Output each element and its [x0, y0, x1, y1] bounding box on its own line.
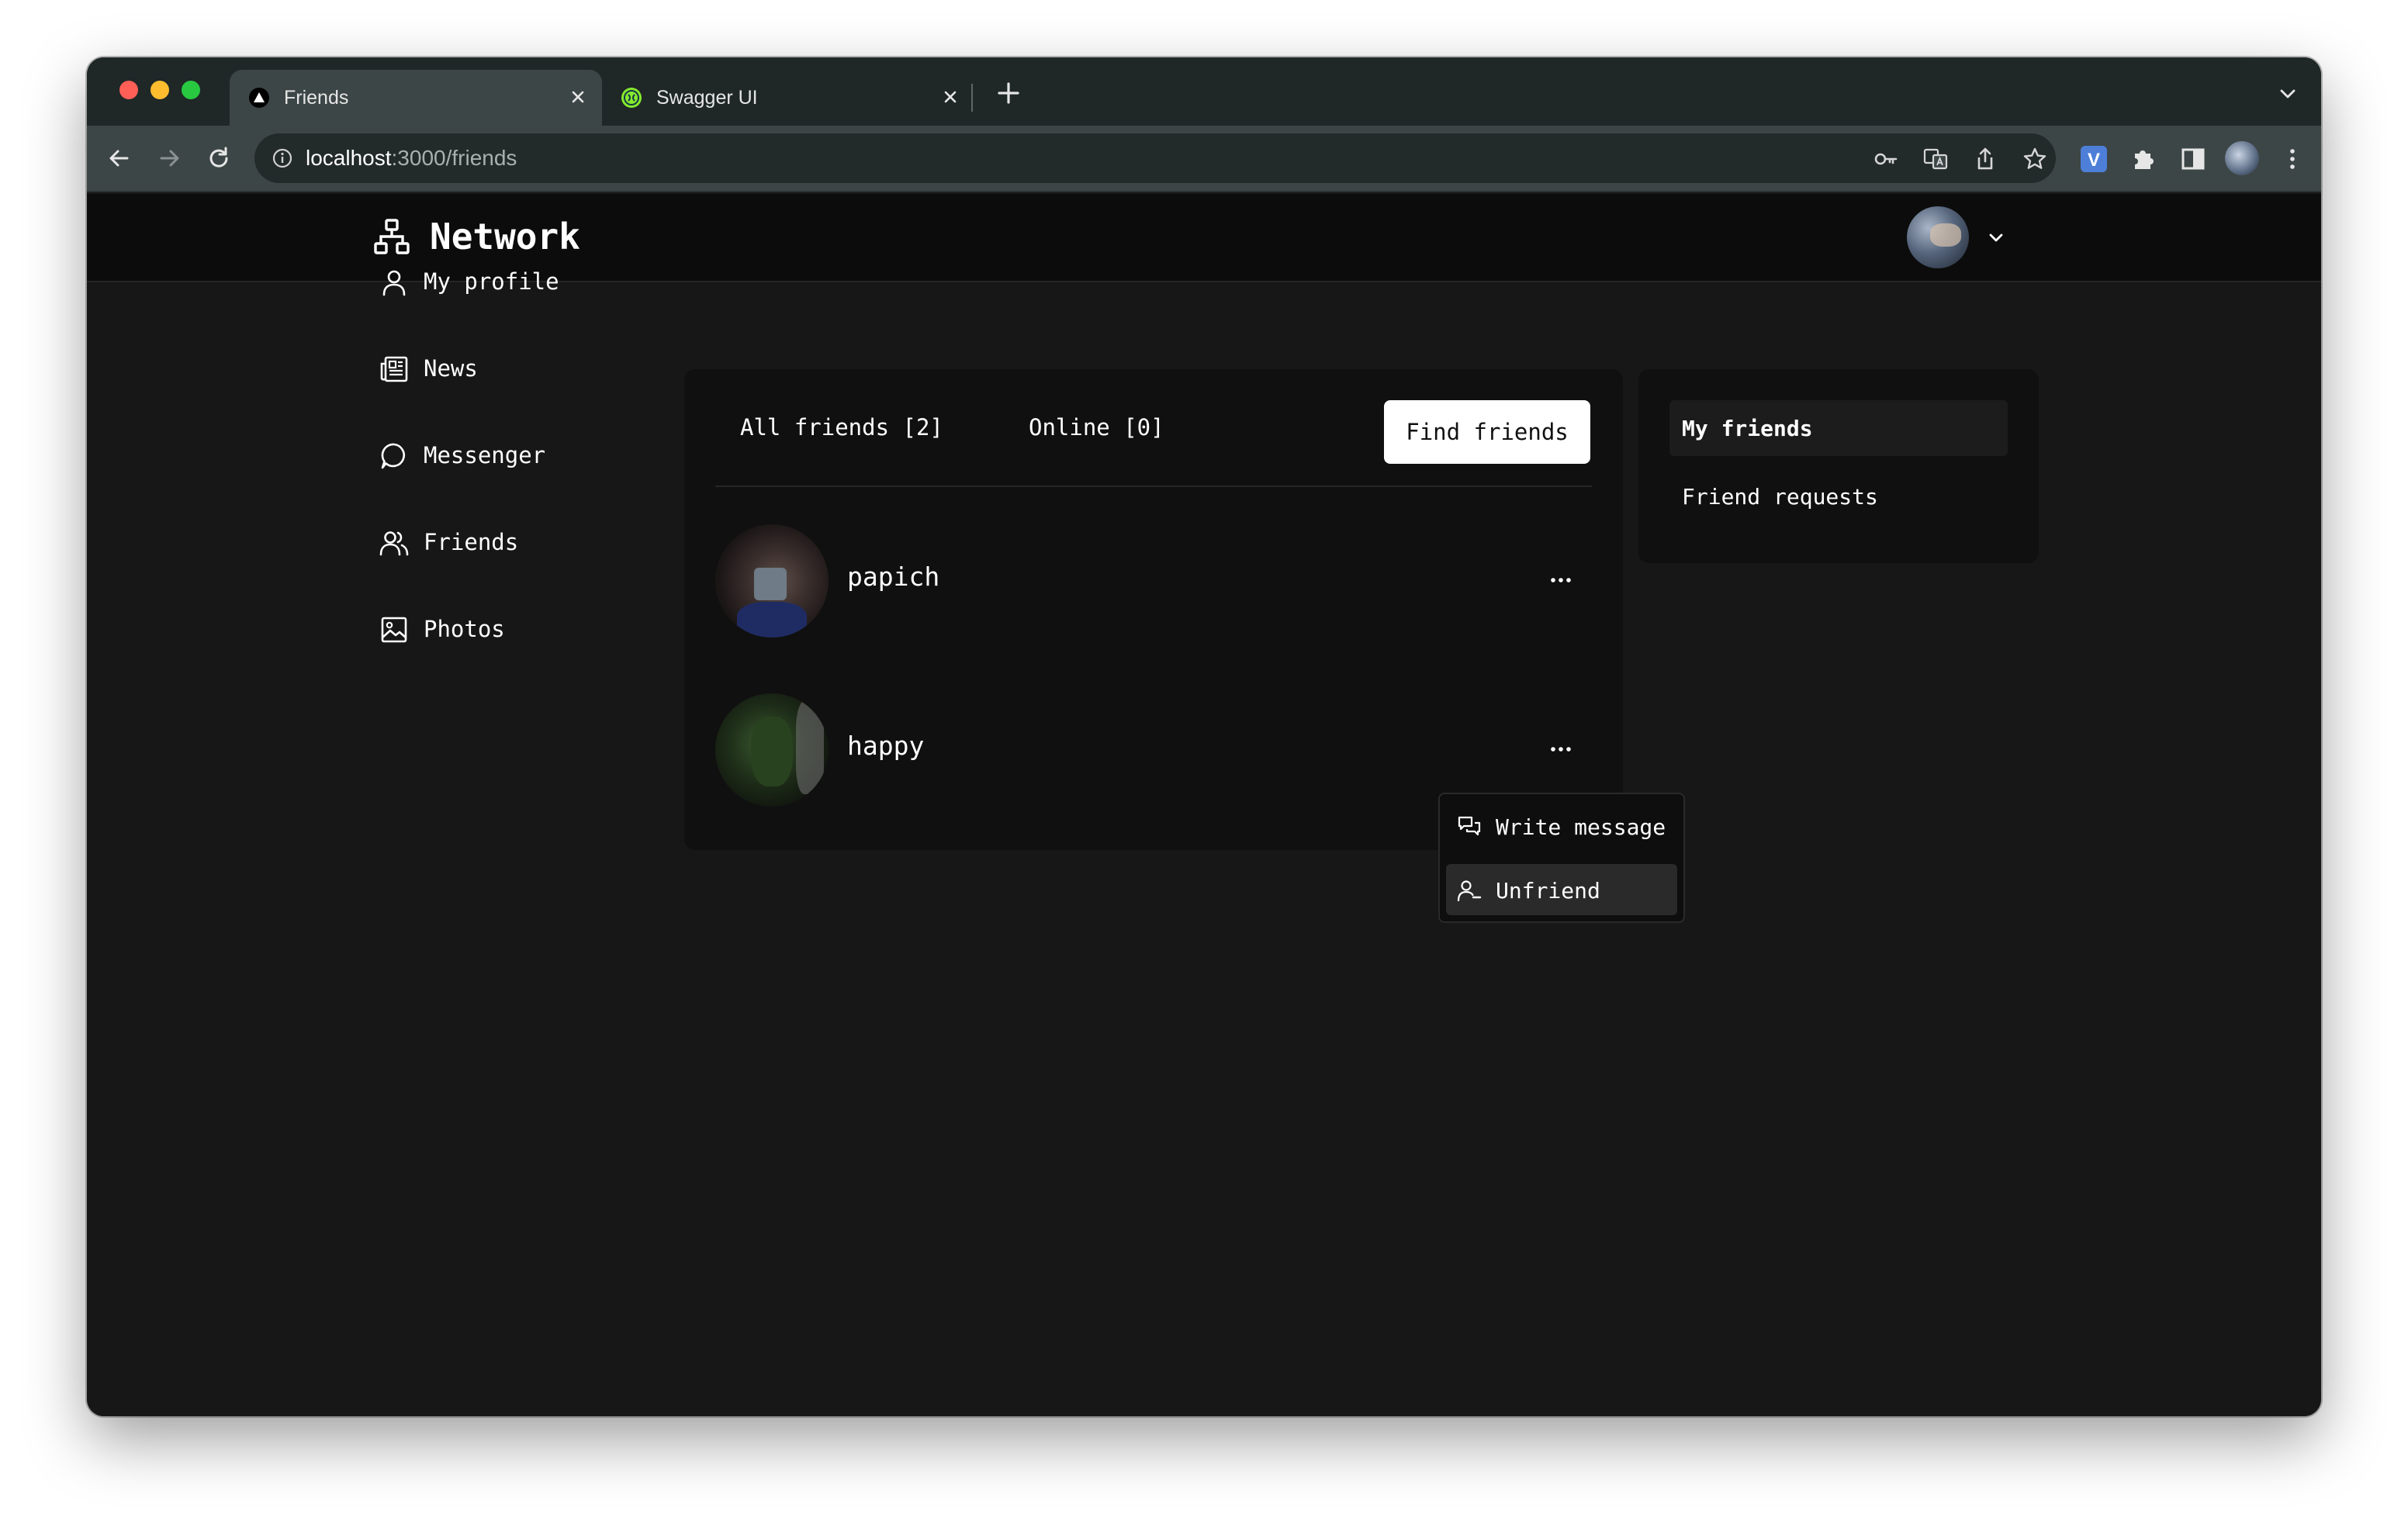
- close-tab-icon[interactable]: [937, 84, 964, 110]
- users-icon: [379, 527, 410, 558]
- find-friends-button[interactable]: Find friends: [1384, 400, 1590, 464]
- close-tab-icon[interactable]: [565, 84, 591, 110]
- friend-name[interactable]: papich: [847, 562, 939, 592]
- chat-bubbles-icon: [1457, 814, 1482, 839]
- browser-window: Friends Swagger UI localhost:3000/friend…: [87, 57, 2321, 1416]
- kebab-menu-icon[interactable]: [2278, 144, 2307, 174]
- avatar[interactable]: [715, 524, 829, 638]
- sidebar-item-messenger[interactable]: Messenger: [379, 431, 611, 478]
- avatar[interactable]: [1907, 206, 1969, 268]
- avatar[interactable]: [715, 693, 829, 807]
- browser-toolbar: localhost:3000/friends V: [87, 126, 2321, 192]
- divider: [715, 486, 1592, 487]
- minimize-window-button[interactable]: [150, 81, 169, 99]
- user-minus-icon: [1457, 878, 1482, 903]
- newspaper-icon: [379, 354, 410, 385]
- menu-item-unfriend[interactable]: Unfriend: [1446, 864, 1677, 915]
- info-icon[interactable]: [272, 147, 293, 169]
- address-bar[interactable]: localhost:3000/friends: [254, 133, 2056, 183]
- panel-item-friend-requests[interactable]: Friend requests: [1669, 468, 2008, 524]
- sidebar-item-label: Messenger: [424, 442, 546, 468]
- tab-title: Friends: [284, 87, 349, 109]
- sidebar-item-label: My profile: [424, 268, 559, 295]
- friend-options-menu: Write message Unfriend: [1438, 793, 1685, 923]
- sidebar-item-label: Photos: [424, 616, 505, 642]
- tab-separator: [971, 84, 973, 112]
- tab-title: Swagger UI: [656, 87, 758, 109]
- tab-online[interactable]: Online [0]: [1029, 414, 1164, 441]
- triangle-logo-icon: [248, 87, 270, 109]
- new-tab-icon[interactable]: [991, 76, 1026, 110]
- more-options-icon[interactable]: [1545, 734, 1576, 765]
- panel-item-my-friends[interactable]: My friends: [1669, 400, 2008, 456]
- side-panel-icon[interactable]: [2178, 144, 2208, 174]
- list-item[interactable]: papich: [715, 521, 1592, 638]
- share-icon[interactable]: [1972, 146, 1998, 172]
- image-icon: [379, 614, 410, 645]
- chat-bubble-icon: [379, 441, 410, 472]
- sidebar-item-label: Friends: [424, 529, 519, 555]
- key-icon[interactable]: [1873, 146, 1899, 172]
- url-text: localhost:3000/friends: [306, 146, 517, 170]
- tab-strip: Friends Swagger UI: [87, 57, 2321, 126]
- sidebar-item-my-profile[interactable]: My profile: [379, 257, 611, 304]
- menu-item-write-message[interactable]: Write message: [1446, 800, 1677, 852]
- sidebar-item-photos[interactable]: Photos: [379, 605, 611, 651]
- network-icon: [372, 217, 411, 256]
- chevron-down-icon[interactable]: [2275, 81, 2301, 107]
- menu-item-label: Write message: [1496, 814, 1666, 840]
- translate-icon[interactable]: [1922, 146, 1949, 172]
- sidebar-item-friends[interactable]: Friends: [379, 518, 611, 565]
- browser-profile-avatar[interactable]: [2225, 141, 2259, 175]
- friend-name[interactable]: happy: [847, 731, 924, 761]
- browser-tab-friends[interactable]: Friends: [230, 70, 602, 126]
- vue-devtools-extension-icon[interactable]: V: [2081, 146, 2107, 172]
- user-icon: [379, 267, 410, 298]
- reload-icon[interactable]: [203, 143, 234, 174]
- forward-arrow-icon[interactable]: [154, 143, 185, 174]
- chevron-down-icon[interactable]: [1984, 226, 2008, 250]
- maximize-window-button[interactable]: [182, 81, 200, 99]
- menu-item-label: Unfriend: [1496, 878, 1600, 904]
- sidebar-item-label: News: [424, 355, 478, 382]
- back-arrow-icon[interactable]: [104, 143, 135, 174]
- more-options-icon[interactable]: [1545, 565, 1576, 596]
- friends-card: All friends [2] Online [0] Find friends …: [684, 369, 1623, 850]
- puzzle-extensions-icon[interactable]: [2129, 144, 2158, 174]
- web-page: Network My profile News Messenger Friend…: [87, 194, 2321, 1416]
- brand-title[interactable]: Network: [430, 216, 580, 257]
- close-window-button[interactable]: [119, 81, 138, 99]
- star-icon[interactable]: [2022, 146, 2048, 172]
- browser-tab-swagger[interactable]: Swagger UI: [602, 70, 974, 126]
- list-item[interactable]: happy: [715, 690, 1592, 807]
- friends-side-panel: My friends Friend requests: [1638, 369, 2039, 563]
- tab-all-friends[interactable]: All friends [2]: [740, 414, 943, 441]
- sidebar-item-news[interactable]: News: [379, 344, 611, 391]
- swagger-icon: [621, 87, 642, 109]
